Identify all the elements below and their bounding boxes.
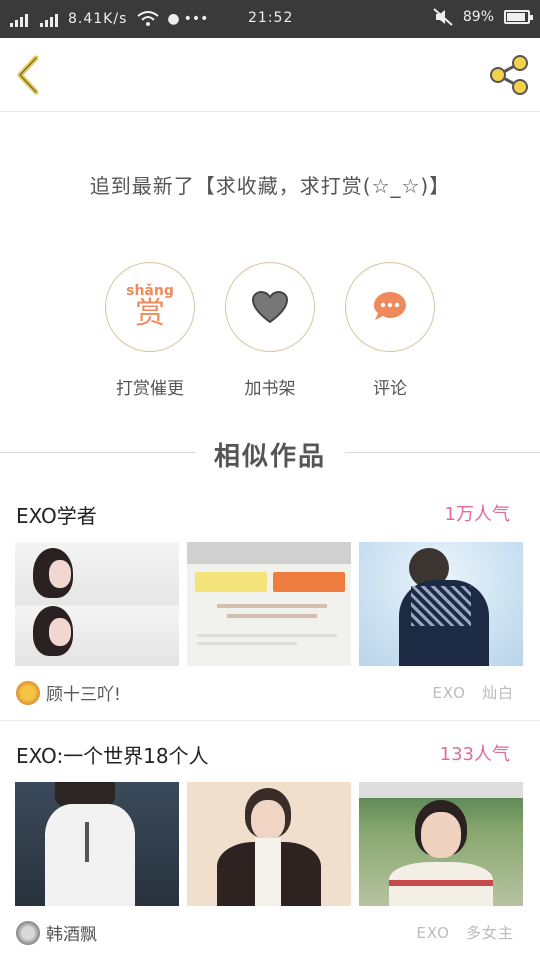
- wifi-icon: [137, 11, 159, 26]
- author-name: 顾十三吖!: [46, 685, 121, 705]
- author-name: 韩酒飘: [46, 925, 97, 945]
- reward-icon: 赏: [135, 296, 165, 331]
- share-icon: [490, 55, 528, 95]
- cover-image[interactable]: [359, 542, 523, 666]
- signal-icon-2: [40, 11, 58, 27]
- tag: 多女主: [465, 924, 514, 942]
- book-popularity: 133人气: [439, 744, 510, 765]
- avatar: [16, 920, 40, 945]
- clock: 21:52: [248, 10, 294, 26]
- shelf-label: 加书架: [244, 379, 296, 399]
- top-nav-bar: [0, 38, 540, 112]
- tag: 灿白: [481, 684, 514, 702]
- book-popularity: 1万人气: [444, 504, 510, 525]
- reward-circle: shǎng 赏: [105, 262, 195, 352]
- cover-image[interactable]: [359, 782, 523, 906]
- action-row: shǎng 赏 打赏催更 加书架 评论: [0, 262, 540, 402]
- battery-icon: [504, 10, 533, 24]
- book-title[interactable]: EXO:一个世界18个人: [16, 740, 209, 769]
- book-tags: EXO 灿白: [416, 682, 514, 703]
- shelf-circle: [225, 262, 315, 352]
- comment-circle: [345, 262, 435, 352]
- reward-label: 打赏催更: [116, 379, 184, 399]
- chat-bubble-icon: [374, 292, 406, 320]
- back-button[interactable]: [12, 54, 46, 96]
- reward-button[interactable]: shǎng 赏 打赏催更: [100, 262, 200, 399]
- add-to-shelf-button[interactable]: 加书架: [220, 262, 320, 399]
- cover-image[interactable]: [15, 542, 179, 666]
- signal-indicators: 8.41K/s ● •••: [10, 11, 208, 27]
- chapter-end-message: 追到最新了【求收藏，求打赏(☆_☆)】: [89, 174, 451, 198]
- notification-icon: ●: [167, 11, 180, 27]
- more-notifications-icon: •••: [183, 11, 209, 27]
- similar-works-heading: 相似作品: [0, 432, 540, 472]
- status-bar: 8.41K/s ● ••• 21:52 89%: [0, 0, 540, 38]
- share-button[interactable]: [488, 54, 530, 96]
- network-speed: 8.41K/s: [68, 11, 128, 27]
- book-cover-images: [15, 542, 523, 666]
- chevron-left-icon: [17, 55, 39, 95]
- mute-icon: [433, 8, 453, 26]
- comment-label: 评论: [373, 379, 407, 399]
- heading-divider-right: [345, 452, 540, 453]
- book-author[interactable]: 韩酒飘: [16, 920, 97, 945]
- battery-percent: 89%: [462, 9, 494, 25]
- similar-works-title: 相似作品: [213, 442, 326, 472]
- cover-image[interactable]: [187, 782, 351, 906]
- book-cover-images: [15, 782, 523, 906]
- signal-icon: [10, 11, 28, 27]
- cover-image[interactable]: [15, 782, 179, 906]
- tag: EXO: [416, 924, 450, 942]
- cover-image[interactable]: [187, 542, 351, 666]
- book-author[interactable]: 顾十三吖!: [16, 680, 121, 705]
- heart-icon: [251, 290, 289, 324]
- tag: EXO: [432, 684, 466, 702]
- avatar: [16, 680, 40, 705]
- divider: [0, 720, 540, 721]
- book-tags: EXO 多女主: [400, 922, 514, 943]
- comment-button[interactable]: 评论: [340, 262, 440, 399]
- book-title[interactable]: EXO学者: [16, 500, 97, 529]
